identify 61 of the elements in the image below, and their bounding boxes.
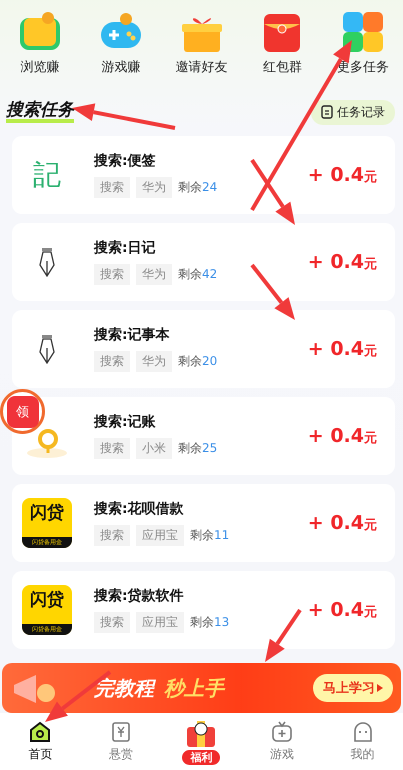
task-tag: 小米 <box>136 438 172 459</box>
task-tag: 搜索 <box>94 438 130 459</box>
remaining-count: 剩余24 <box>178 179 218 196</box>
home-icon <box>29 720 52 742</box>
floating-reward-button[interactable]: 领 <box>0 389 45 434</box>
remaining-count: 剩余20 <box>178 353 218 370</box>
task-tag: 华为 <box>136 177 172 198</box>
arrow-annotation <box>265 608 302 662</box>
reward-amount: + 0.4元 <box>308 338 377 360</box>
promo-banner[interactable]: 完教程 秒上手 马上学习 <box>2 663 401 713</box>
tiles-icon <box>341 10 385 54</box>
task-tag: 搜索 <box>94 525 130 546</box>
task-tag: 搜索 <box>94 264 130 285</box>
task-tag: 华为 <box>136 351 172 372</box>
app-logo: 記 <box>33 157 61 193</box>
banner-highlight: 秒上手 <box>164 674 226 702</box>
remaining-count: 剩余42 <box>178 266 218 283</box>
shortcut-button[interactable]: 红包群 <box>242 10 322 90</box>
task-title: 搜索:记事本 <box>94 326 171 344</box>
task-card[interactable]: 搜索:记事本 搜索 华为 剩余20 + 0.4元 <box>12 310 395 388</box>
reward-amount: + 0.4元 <box>308 164 377 186</box>
task-title: 搜索:便签 <box>94 152 157 170</box>
gamepad-icon <box>271 720 294 742</box>
reward-amount: + 0.4元 <box>308 512 377 534</box>
task-tag: 应用宝 <box>136 525 184 546</box>
remaining-count: 剩余25 <box>178 440 218 457</box>
remaining-count: 剩余13 <box>190 614 230 631</box>
shortcut-button[interactable]: 浏览赚 <box>0 10 80 90</box>
task-card[interactable]: 搜索:日记 搜索 华为 剩余42 + 0.4元 <box>12 223 395 301</box>
yuan-note-icon <box>110 720 132 742</box>
nav-tab[interactable]: 首页 <box>10 720 70 762</box>
banner-text: 完教程 <box>94 674 154 702</box>
play-icon <box>377 684 383 692</box>
pen-nib-icon <box>38 334 56 364</box>
reward-amount: + 0.4元 <box>308 425 377 447</box>
remaining-count: 剩余11 <box>190 527 230 544</box>
task-tag: 搜索 <box>94 351 130 372</box>
shortcut-button[interactable]: 邀请好友 <box>162 10 242 90</box>
reward-amount: + 0.4元 <box>308 251 377 273</box>
shortcut-button[interactable]: 游戏赚 <box>80 10 161 90</box>
task-title: 搜索:记账 <box>94 413 157 431</box>
task-card[interactable]: 記 搜索:便签 搜索 华为 剩余24 + 0.4元 <box>12 136 395 214</box>
pen-nib-icon <box>38 247 56 277</box>
task-tag: 应用宝 <box>136 612 184 633</box>
task-tag: 华为 <box>136 264 172 285</box>
task-tag: 搜索 <box>94 177 130 198</box>
nav-tab[interactable]: 游戏 <box>252 720 312 762</box>
note-icon <box>321 105 333 119</box>
face-icon <box>352 720 374 742</box>
task-title: 搜索:贷款软件 <box>94 587 185 605</box>
reward-amount: + 0.4元 <box>308 599 377 621</box>
section-title: 搜索任务 <box>6 101 74 123</box>
learn-now-button[interactable]: 马上学习 <box>313 674 393 702</box>
nav-tab[interactable]: 悬赏 <box>90 720 151 762</box>
task-title: 搜索:花呗借款 <box>94 500 185 518</box>
nav-tab[interactable]: 福利 <box>171 718 232 764</box>
task-tag: 搜索 <box>94 612 130 633</box>
task-title: 搜索:日记 <box>94 239 157 257</box>
arrow-annotation <box>250 264 295 320</box>
nav-tab[interactable]: 我的 <box>332 720 393 762</box>
task-record-button[interactable]: 任务记录 <box>311 100 395 124</box>
